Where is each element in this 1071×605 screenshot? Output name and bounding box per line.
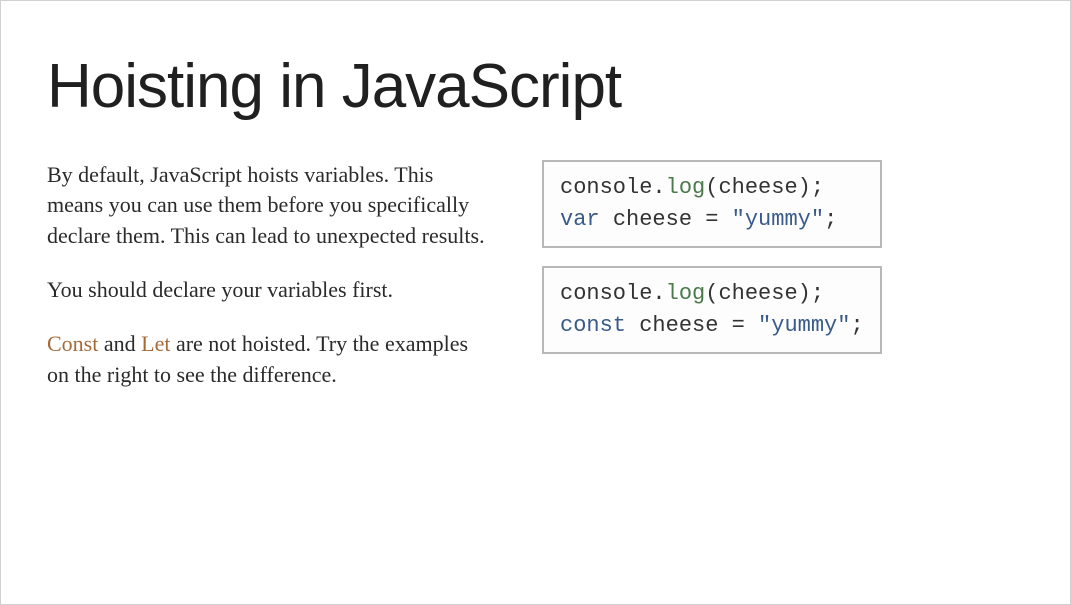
code-token: cheese <box>639 313 718 338</box>
code-column: console.log(cheese); var cheese = "yummy… <box>542 160 1024 414</box>
code-token <box>626 313 639 338</box>
code-token: ; <box>850 313 863 338</box>
code-example-const: console.log(cheese); const cheese = "yum… <box>542 266 882 354</box>
code-token: cheese <box>718 175 797 200</box>
paragraph-1: By default, JavaScript hoists variables.… <box>47 160 492 251</box>
code-token: "yummy" <box>758 313 850 338</box>
code-token: log <box>666 175 706 200</box>
code-token: ( <box>705 175 718 200</box>
code-token <box>600 207 613 232</box>
code-token: cheese <box>613 207 692 232</box>
code-example-var: console.log(cheese); var cheese = "yummy… <box>542 160 882 248</box>
keyword-const: Const <box>47 331 98 356</box>
code-token: = <box>692 207 732 232</box>
code-token: cheese <box>718 281 797 306</box>
slide-title: Hoisting in JavaScript <box>47 51 1024 122</box>
code-token: . <box>652 175 665 200</box>
code-token: ); <box>798 175 824 200</box>
code-token: "yummy" <box>732 207 824 232</box>
content-row: By default, JavaScript hoists variables.… <box>47 160 1024 414</box>
code-token: = <box>718 313 758 338</box>
text-column: By default, JavaScript hoists variables.… <box>47 160 492 414</box>
code-token: . <box>652 281 665 306</box>
code-token: ( <box>705 281 718 306</box>
code-token: log <box>666 281 706 306</box>
code-token: ); <box>798 281 824 306</box>
paragraph-2: You should declare your variables first. <box>47 275 492 305</box>
keyword-let: Let <box>141 331 170 356</box>
slide-container: Hoisting in JavaScript By default, JavaS… <box>1 1 1070 604</box>
paragraph-3: Const and Let are not hoisted. Try the e… <box>47 329 492 390</box>
text-and: and <box>98 331 141 356</box>
code-token: console <box>560 281 652 306</box>
code-token: const <box>560 313 626 338</box>
code-token: ; <box>824 207 837 232</box>
code-token: var <box>560 207 600 232</box>
code-token: console <box>560 175 652 200</box>
